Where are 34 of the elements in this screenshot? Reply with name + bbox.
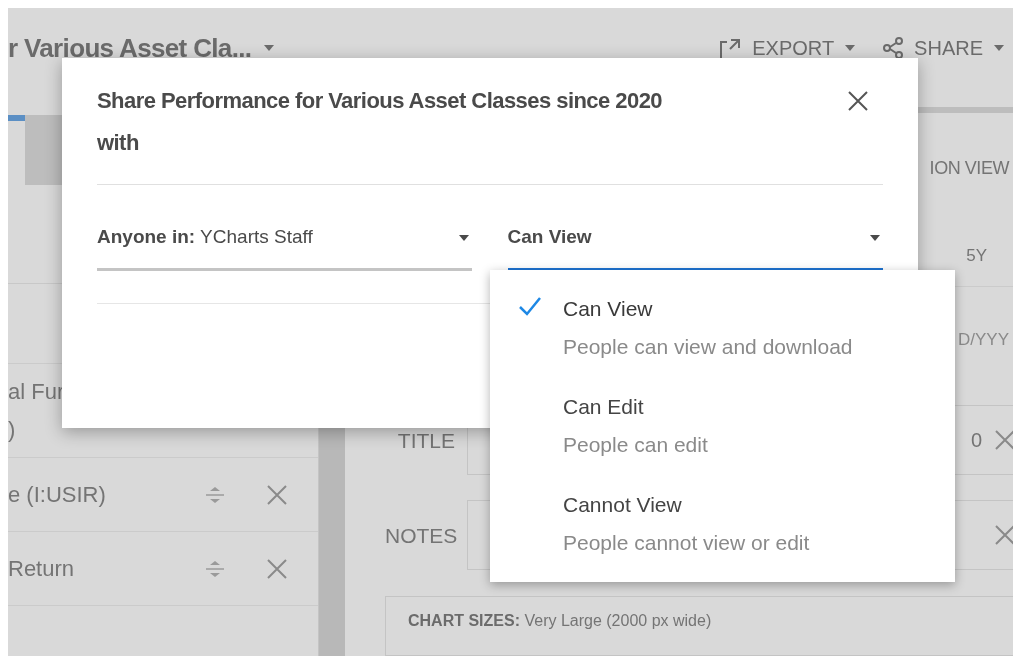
series-name: al Fur — [8, 377, 65, 406]
export-icon — [718, 37, 743, 59]
option-description: People cannot view or edit — [563, 530, 810, 556]
chart-sizes-text: CHART SIZES: Very Large (2000 px wide) — [385, 596, 1013, 656]
export-button[interactable]: EXPORT — [718, 33, 857, 63]
share-icon — [882, 37, 905, 59]
caret-icon — [993, 44, 1005, 52]
check-icon — [518, 296, 542, 316]
clear-icon[interactable] — [994, 429, 1013, 452]
field-label: NOTES — [385, 522, 455, 549]
audience-select[interactable]: Anyone in: YCharts Staff — [97, 211, 472, 271]
option-label: Can Edit — [563, 394, 645, 420]
series-name: e (I:USIR) — [8, 480, 106, 509]
option-description: People can view and download — [563, 334, 853, 360]
share-button[interactable]: SHARE — [882, 33, 1005, 63]
clear-icon[interactable] — [994, 524, 1013, 547]
menu-option[interactable]: Cannot View People cannot view or edit — [490, 486, 955, 562]
menu-option[interactable]: Can View People can view and download — [490, 290, 955, 366]
caret-icon — [457, 233, 470, 242]
tab-block — [25, 115, 62, 185]
series-name: ) — [8, 415, 17, 444]
caret-icon[interactable] — [263, 44, 276, 52]
option-description: People can edit — [563, 432, 708, 458]
field-label: TITLE — [396, 427, 455, 454]
view-label: ION VIEW — [929, 157, 1009, 181]
option-label: Cannot View — [563, 492, 683, 518]
caret-icon — [869, 233, 881, 242]
caret-icon — [844, 44, 857, 52]
dialog-title: Share Performance for Various Asset Classes since 2020 with — [97, 87, 664, 157]
tab-indicator — [8, 115, 25, 121]
series-name: Return — [8, 554, 75, 583]
page-title: r Various Asset Cla... — [8, 31, 252, 65]
menu-option[interactable]: Can Edit People can edit — [490, 388, 955, 464]
option-label: Can View — [563, 296, 654, 322]
